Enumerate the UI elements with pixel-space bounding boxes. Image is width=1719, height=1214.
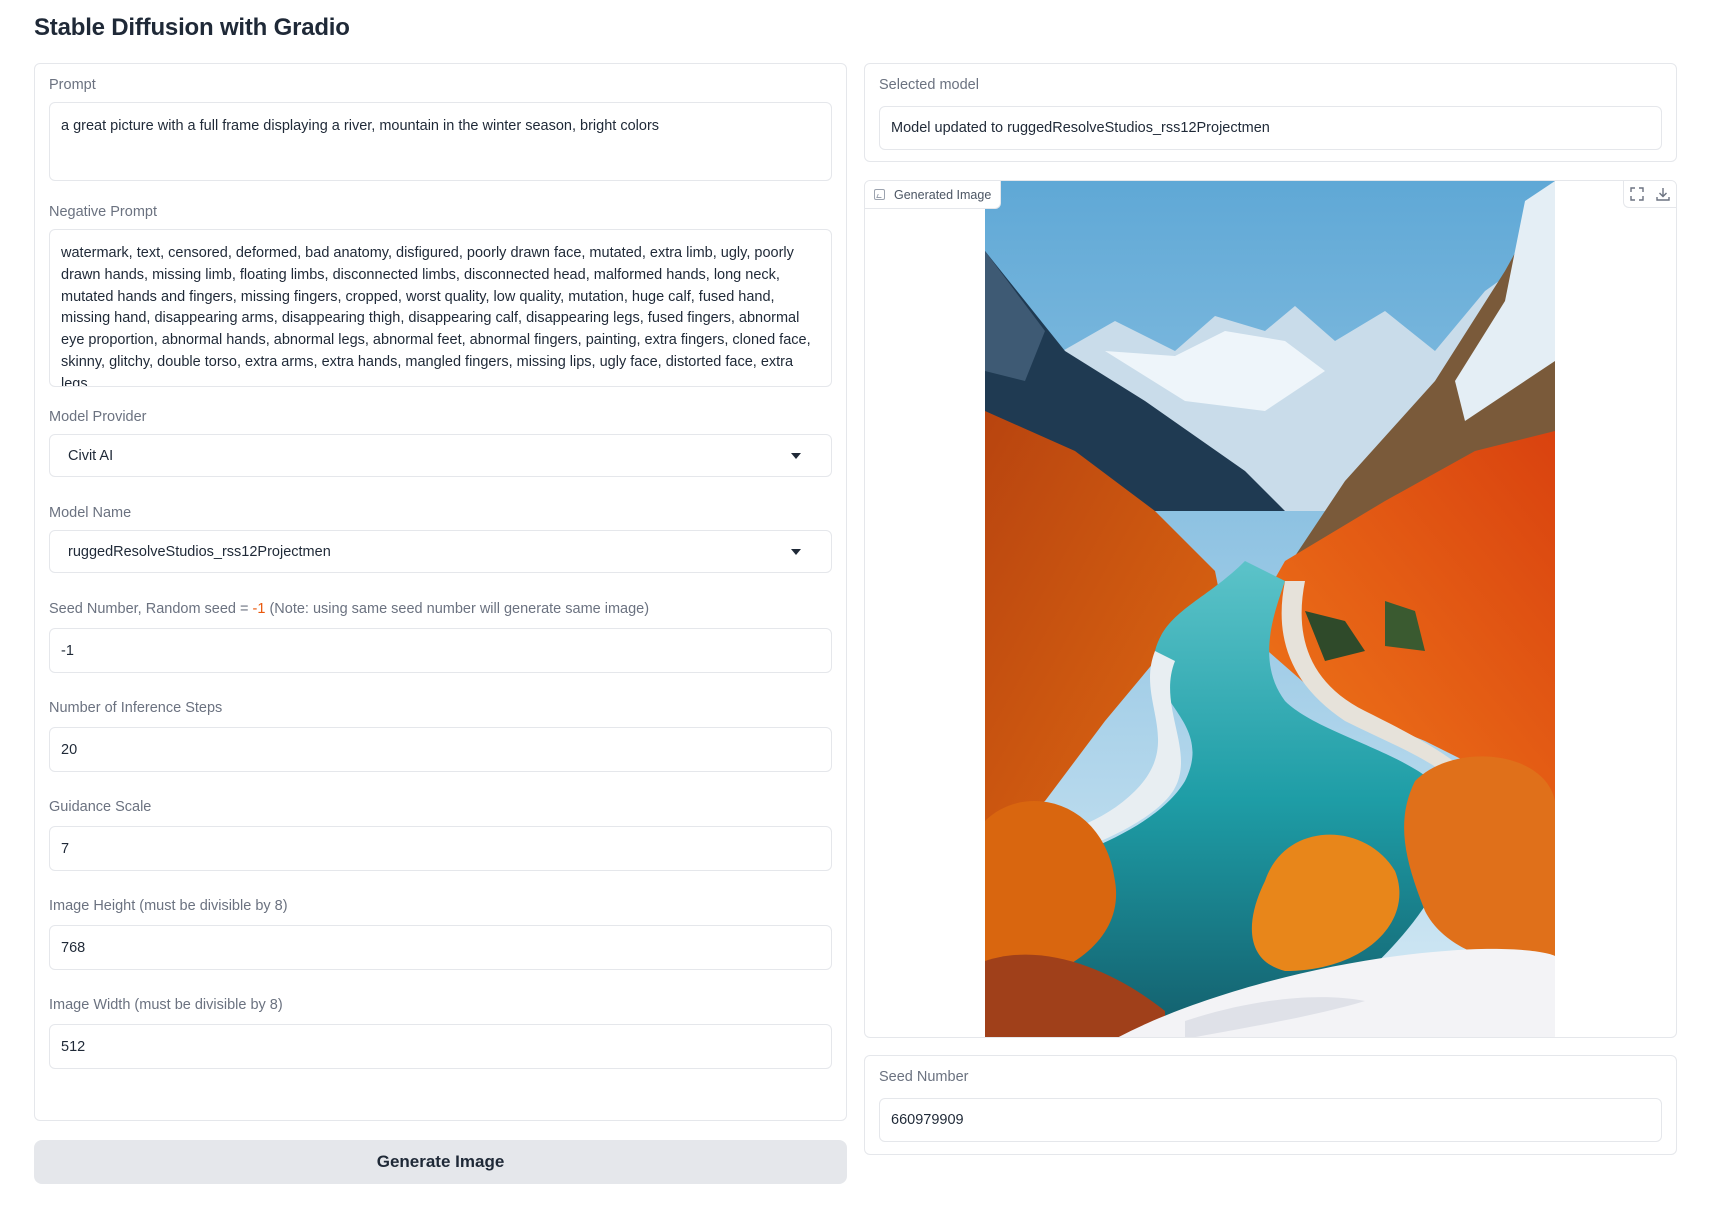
- image-icon: [874, 189, 885, 200]
- prompt-textarea[interactable]: a great picture with a full frame displa…: [49, 102, 832, 181]
- model-provider-value: Civit AI: [68, 447, 114, 464]
- seed-label-prefix: Seed Number, Random seed =: [49, 601, 253, 617]
- generated-image-panel: Generated Image: [864, 180, 1677, 1038]
- selected-model-output[interactable]: Model updated to ruggedResolveStudios_rs…: [879, 106, 1662, 150]
- height-input[interactable]: 768: [49, 925, 832, 970]
- download-icon[interactable]: [1650, 181, 1676, 207]
- height-label: Image Height (must be divisible by 8): [49, 898, 288, 914]
- model-name-dropdown[interactable]: ruggedResolveStudios_rss12Projectmen: [49, 530, 832, 573]
- guidance-label: Guidance Scale: [49, 799, 152, 815]
- prompt-label: Prompt: [49, 77, 96, 93]
- generated-image-label: Generated Image: [894, 187, 992, 202]
- selected-model-label: Selected model: [879, 77, 979, 93]
- seed-output-panel: Seed Number 660979909: [864, 1055, 1677, 1155]
- seed-number-output[interactable]: 660979909: [879, 1098, 1662, 1142]
- steps-label: Number of Inference Steps: [49, 700, 223, 716]
- model-name-label: Model Name: [49, 505, 132, 521]
- fullscreen-icon[interactable]: [1624, 181, 1650, 207]
- generate-image-button[interactable]: Generate Image: [34, 1140, 847, 1184]
- seed-label: Seed Number, Random seed = -1 (Note: usi…: [49, 601, 649, 617]
- steps-input[interactable]: 20: [49, 727, 832, 772]
- negative-prompt-textarea[interactable]: watermark, text, censored, deformed, bad…: [49, 229, 832, 387]
- page-title: Stable Diffusion with Gradio: [34, 14, 350, 41]
- model-provider-label: Model Provider: [49, 409, 147, 425]
- generated-landscape-image[interactable]: [985, 181, 1555, 1038]
- model-name-value: ruggedResolveStudios_rss12Projectmen: [68, 543, 331, 560]
- seed-input[interactable]: -1: [49, 628, 832, 673]
- model-provider-dropdown[interactable]: Civit AI: [49, 434, 832, 477]
- negative-prompt-label: Negative Prompt: [49, 204, 157, 220]
- guidance-input[interactable]: 7: [49, 826, 832, 871]
- seed-number-label: Seed Number: [879, 1069, 969, 1085]
- image-actions: [1623, 181, 1676, 208]
- chevron-down-icon: [791, 548, 801, 555]
- width-input[interactable]: 512: [49, 1024, 832, 1069]
- selected-model-panel: Selected model Model updated to ruggedRe…: [864, 63, 1677, 162]
- input-panel: Prompt a great picture with a full frame…: [34, 63, 847, 1121]
- chevron-down-icon: [791, 452, 801, 459]
- generated-image-tag: Generated Image: [865, 181, 1002, 209]
- seed-label-accent: -1: [252, 601, 266, 617]
- seed-label-suffix: (Note: using same seed number will gener…: [265, 601, 650, 617]
- width-label: Image Width (must be divisible by 8): [49, 997, 283, 1013]
